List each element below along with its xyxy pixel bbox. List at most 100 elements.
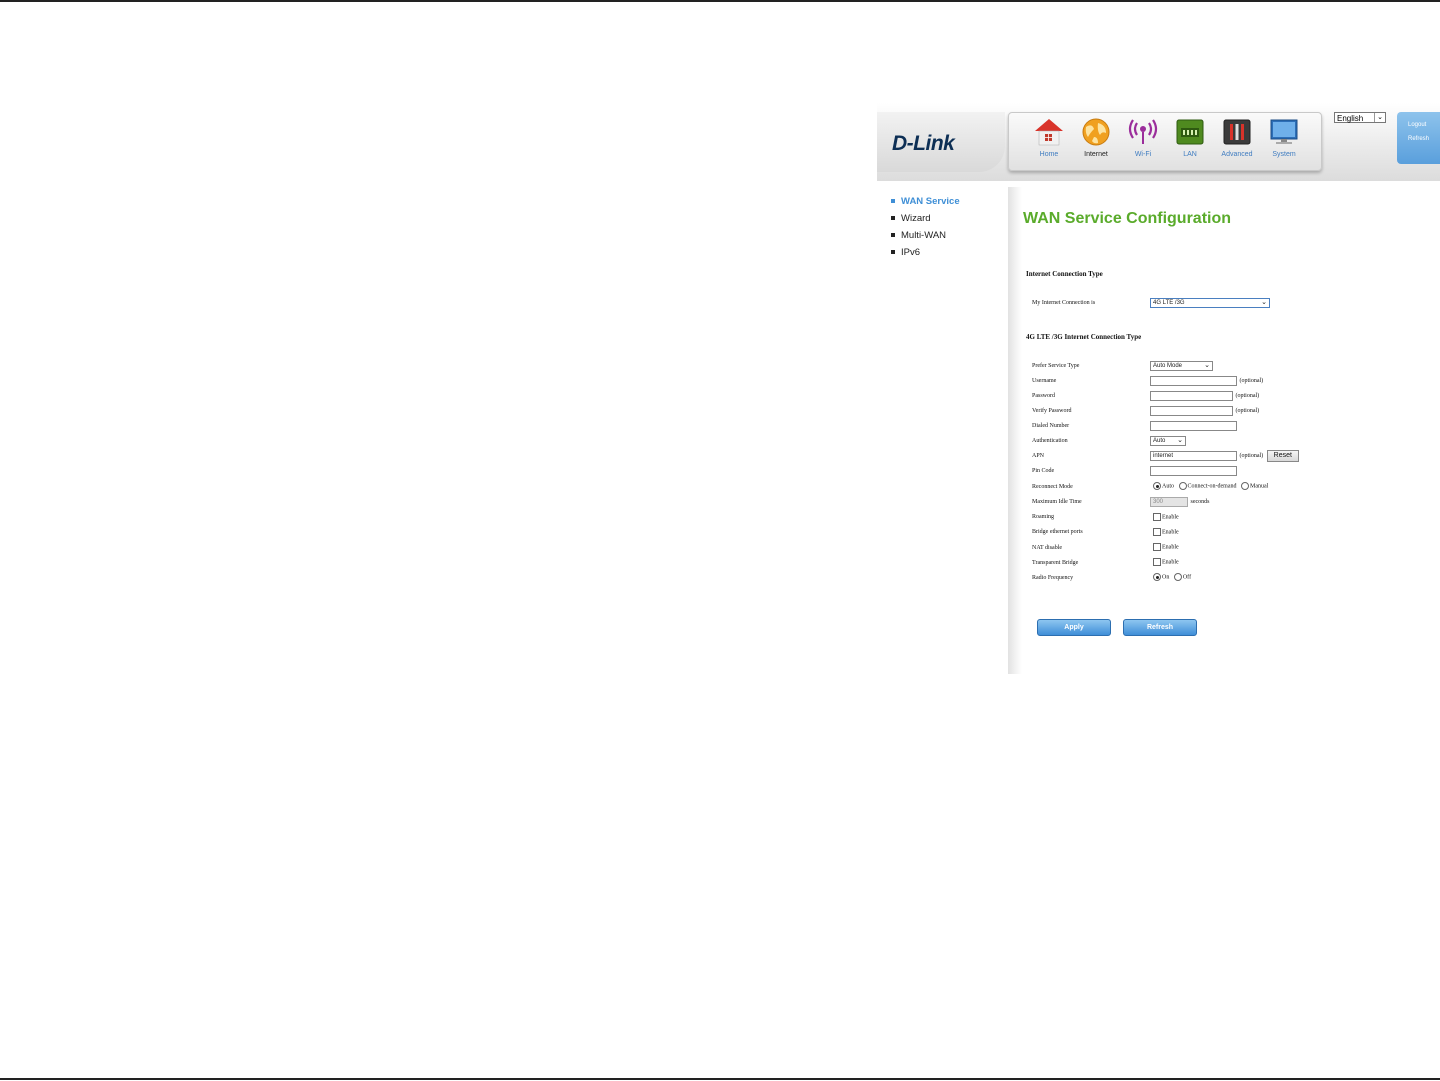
sidebar-item-wan-service[interactable]: WAN Service (891, 196, 960, 213)
bridge-ethernet-ports-checkbox[interactable] (1153, 528, 1161, 536)
sidebar-item-label: Wizard (901, 213, 931, 224)
roaming-enable-label: Enable (1162, 514, 1179, 521)
nav-item-internet[interactable]: Internet (1074, 117, 1118, 158)
dialed-number-field (1150, 421, 1237, 431)
bullet-icon (891, 250, 895, 255)
nav-item-system[interactable]: System (1262, 117, 1306, 158)
transparent-bridge-field: Enable (1150, 558, 1179, 566)
nav-item-home[interactable]: Home (1027, 117, 1071, 158)
apply-button[interactable]: Apply (1037, 619, 1111, 636)
sidebar-item-wizard[interactable]: Wizard (891, 213, 960, 230)
refresh-link[interactable]: Refresh (1408, 136, 1429, 142)
max-idle-time-field: 300 seconds (1150, 497, 1210, 507)
sidebar-item-label: WAN Service (901, 196, 960, 207)
logout-link[interactable]: Logout (1408, 122, 1426, 128)
username-input[interactable] (1150, 376, 1237, 386)
authentication-select[interactable]: Auto ⌄ (1150, 436, 1186, 446)
nav-label-internet: Internet (1084, 151, 1108, 158)
radio-frequency-field: On Off (1150, 573, 1191, 581)
connection-type-field: 4G LTE /3G ⌄ (1150, 298, 1270, 308)
nav-item-lan[interactable]: LAN (1168, 117, 1212, 158)
globe-icon (1082, 118, 1110, 146)
user-menu: Logout Refresh (1397, 112, 1440, 164)
monitor-icon (1270, 119, 1298, 144)
bullet-icon (891, 199, 895, 204)
reconnect-on-demand-label: Connect-on-demand (1187, 483, 1237, 490)
radio-frequency-label: Radio Frequency (1032, 575, 1074, 581)
nav-label-system: System (1272, 151, 1296, 158)
optional-hint: (optional) (1235, 393, 1260, 399)
nat-disable-checkbox[interactable] (1153, 543, 1161, 551)
username-label: Username (1032, 378, 1057, 384)
authentication-label: Authentication (1032, 438, 1068, 444)
chevron-down-icon: ⌄ (1374, 113, 1385, 122)
verify-password-field: (optional) (1150, 406, 1259, 416)
language-select[interactable]: English ⌄ (1334, 112, 1386, 123)
bridge-ethernet-ports-enable-label: Enable (1162, 529, 1179, 536)
radio-frequency-on-label: On (1162, 574, 1170, 581)
optional-hint: (optional) (1239, 378, 1264, 384)
transparent-bridge-checkbox[interactable] (1153, 558, 1161, 566)
nav-label-advanced: Advanced (1221, 151, 1253, 158)
username-field: (optional) (1150, 376, 1263, 386)
radio-frequency-on-radio[interactable] (1153, 573, 1161, 581)
wifi-icon (1128, 119, 1158, 144)
connection-type-select[interactable]: 4G LTE /3G ⌄ (1150, 298, 1270, 308)
page-title: WAN Service Configuration (1023, 210, 1232, 227)
bridge-ethernet-ports-label: Bridge ethernet ports (1032, 529, 1083, 535)
sidebar-item-label: IPv6 (901, 247, 921, 258)
apn-input[interactable]: internet (1150, 451, 1237, 461)
home-icon (1035, 119, 1063, 146)
bullet-icon (891, 216, 895, 221)
transparent-bridge-label: Transparent Bridge (1032, 560, 1079, 566)
radio-frequency-off-radio[interactable] (1173, 573, 1182, 581)
prefer-service-type-select[interactable]: Auto Mode ⌄ (1150, 361, 1213, 371)
password-field: (optional) (1150, 391, 1259, 401)
logo-area: D-Link (877, 112, 1005, 172)
refresh-button[interactable]: Refresh (1123, 619, 1197, 636)
max-idle-time-label: Maximum Idle Time (1032, 499, 1082, 505)
pin-code-input[interactable] (1150, 466, 1237, 476)
lan-icon (1176, 119, 1204, 145)
seconds-unit: seconds (1190, 499, 1210, 505)
optional-hint: (optional) (1235, 408, 1260, 414)
prefer-service-type-field: Auto Mode ⌄ (1150, 361, 1213, 371)
nat-disable-field: Enable (1150, 543, 1179, 551)
reconnect-mode-field: Auto Connect-on-demand Manual (1150, 482, 1268, 490)
roaming-label: Roaming (1032, 514, 1054, 520)
reconnect-mode-label: Reconnect Mode (1032, 484, 1073, 490)
nat-disable-label: NAT disable (1032, 545, 1063, 551)
verify-password-input[interactable] (1150, 406, 1233, 416)
sidebar: WAN Service Wizard Multi-WAN IPv6 (891, 196, 960, 264)
chevron-down-icon: ⌄ (1261, 299, 1267, 306)
reconnect-auto-radio[interactable] (1153, 482, 1161, 490)
dlink-logo: D-Link (892, 132, 955, 155)
roaming-field: Enable (1150, 513, 1179, 521)
sidebar-item-ipv6[interactable]: IPv6 (891, 247, 960, 264)
authentication-field: Auto ⌄ (1150, 436, 1186, 446)
optional-hint: (optional) (1239, 453, 1264, 459)
sidebar-item-multi-wan[interactable]: Multi-WAN (891, 230, 960, 247)
advanced-icon (1223, 119, 1251, 145)
nat-disable-enable-label: Enable (1162, 544, 1179, 551)
max-idle-time-input[interactable]: 300 (1150, 497, 1188, 507)
language-value: English (1337, 114, 1364, 123)
reconnect-manual-radio[interactable] (1240, 482, 1249, 490)
nav-label-home: Home (1039, 151, 1059, 158)
transparent-bridge-enable-label: Enable (1162, 559, 1179, 566)
pin-code-label: Pin Code (1032, 468, 1055, 474)
password-input[interactable] (1150, 391, 1233, 401)
nav-item-advanced[interactable]: Advanced (1215, 117, 1259, 158)
connection-type-label: My Internet Connection is (1032, 300, 1096, 306)
reset-button[interactable]: Reset (1266, 450, 1299, 462)
chevron-down-icon: ⌄ (1204, 362, 1210, 369)
section-title-connection-type: Internet Connection Type (1026, 270, 1103, 278)
prefer-service-type-label: Prefer Service Type (1032, 363, 1080, 369)
sidebar-item-label: Multi-WAN (901, 230, 947, 241)
apn-label: APN (1032, 453, 1045, 459)
roaming-checkbox[interactable] (1153, 513, 1161, 521)
reconnect-on-demand-radio[interactable] (1178, 482, 1187, 490)
reconnect-manual-label: Manual (1249, 483, 1269, 490)
nav-item-wifi[interactable]: Wi-Fi (1121, 117, 1165, 158)
dialed-number-input[interactable] (1150, 421, 1237, 431)
